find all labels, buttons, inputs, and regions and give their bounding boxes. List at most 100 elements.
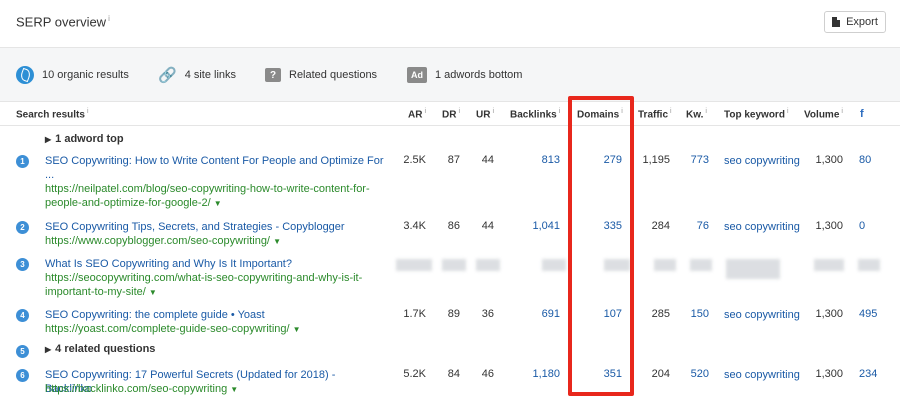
kw-value[interactable]: 520 [684,368,709,380]
column-dr[interactable]: DR i [442,108,460,120]
column-top-keyword[interactable]: Top keyword i [724,108,789,120]
backlinks-value[interactable]: 691 [520,308,560,320]
table-header: Search results i AR i DR i UR i Backlinks i D… [0,102,900,126]
rank-badge: 2 [16,221,29,234]
page-header: SERP overview i Export [0,0,900,48]
backlinks-value[interactable]: 813 [520,154,560,166]
organic-results-summary: 10 organic results [16,66,129,84]
dropdown-caret-icon[interactable]: ▼ [293,325,301,334]
traffic-value: 284 [651,220,670,232]
ar-value: 3.4K [403,220,426,232]
column-ur[interactable]: UR i [476,108,494,120]
domains-column-highlight [568,96,634,396]
page-title: SERP overview i [16,14,110,30]
triangle-right-icon: ▶ [45,135,52,144]
domains-value[interactable]: 279 [584,154,622,166]
result-url-link[interactable]: https://yoast.com/complete-guide-seo-cop… [45,322,385,337]
blurred-dr-value [442,259,466,271]
blurred-domains-value [604,259,630,271]
kw-value[interactable]: 773 [684,154,709,166]
ar-value: 5.2K [403,368,426,380]
column-kw[interactable]: Kw. i [686,108,707,120]
traffic-value: 1,195 [642,154,670,166]
organic-results-label: 10 organic results [42,69,129,81]
facebook-shares-value[interactable]: 495 [859,308,877,320]
rank-badge: 3 [16,258,29,271]
dr-value: 84 [447,368,460,380]
facebook-shares-value[interactable]: 80 [859,154,871,166]
blurred-volume-value [814,259,844,271]
result-url-link[interactable]: https://backlinko.com/seo-copywriting ▼ [45,382,385,397]
triangle-right-icon: ▶ [45,345,52,354]
facebook-shares-value[interactable]: 234 [859,368,877,380]
blurred-ar-value [396,259,432,271]
result-title-link[interactable]: What Is SEO Copywriting and Why Is It Im… [45,257,385,271]
dropdown-caret-icon[interactable]: ▼ [214,199,222,208]
dropdown-caret-icon[interactable]: ▼ [230,385,238,394]
result-url-link[interactable]: https://neilpatel.com/blog/seo-copywriti… [45,182,385,211]
export-label: Export [846,16,878,28]
rank-badge: 1 [16,155,29,168]
blurred-ur-value [476,259,500,271]
info-icon[interactable]: i [108,14,110,23]
result-url-link[interactable]: https://www.copyblogger.com/seo-copywrit… [45,234,385,249]
kw-value[interactable]: 76 [684,220,709,232]
export-button[interactable]: Export [824,11,886,33]
kw-value[interactable]: 150 [684,308,709,320]
traffic-value: 285 [651,308,670,320]
dropdown-caret-icon[interactable]: ▼ [273,237,281,246]
blurred-kw-value [690,259,712,271]
link-icon: 🔗 [158,67,177,84]
top-keyword-link[interactable]: seo copywriting [724,308,804,322]
adwords-summary: Ad 1 adwords bottom [407,66,522,84]
ar-value: 2.5K [403,154,426,166]
result-url-link[interactable]: https://seocopywriting.com/what-is-seo-c… [45,271,385,300]
dropdown-caret-icon[interactable]: ▼ [149,288,157,297]
volume-value: 1,300 [815,308,843,320]
blurred-top-keyword [726,259,780,279]
question-icon: ? [265,68,281,82]
related-questions-summary: ? Related questions [265,66,377,84]
adwords-label: 1 adwords bottom [435,69,523,81]
blurred-traffic-value [654,259,676,271]
domains-value[interactable]: 107 [584,308,622,320]
volume-value: 1,300 [815,154,843,166]
column-domains[interactable]: Domains i [577,108,623,120]
domains-value[interactable]: 351 [584,368,622,380]
top-keyword-link[interactable]: seo copywriting [724,220,804,234]
column-backlinks[interactable]: Backlinks i [510,108,560,120]
volume-value: 1,300 [815,220,843,232]
facebook-icon[interactable]: f [860,108,864,120]
column-traffic[interactable]: Traffic i [638,108,672,120]
top-keyword-link[interactable]: seo copywriting [724,368,804,382]
column-search-results[interactable]: Search results i [16,108,89,120]
ad-icon: Ad [407,67,427,83]
site-links-label: 4 site links [184,69,237,81]
column-volume[interactable]: Volume i [804,108,843,120]
document-icon [832,17,841,27]
ur-value: 46 [481,368,494,380]
leaf-icon [16,66,34,84]
volume-value: 1,300 [815,368,843,380]
result-title-link[interactable]: SEO Copywriting Tips, Secrets, and Strat… [45,220,385,234]
dr-value: 87 [447,154,460,166]
top-keyword-link[interactable]: seo copywriting [724,154,804,168]
related-questions-expander[interactable]: ▶ 4 related questions [45,343,155,355]
traffic-value: 204 [651,368,670,380]
ur-value: 36 [481,308,494,320]
adword-top-expander[interactable]: ▶ 1 adword top [45,133,124,145]
site-links-summary: 🔗 4 site links [158,66,236,84]
dr-value: 89 [447,308,460,320]
rank-badge: 6 [16,369,29,382]
result-title-link[interactable]: SEO Copywriting: How to Write Content Fo… [45,154,385,182]
backlinks-value[interactable]: 1,041 [520,220,560,232]
column-ar[interactable]: AR i [408,108,426,120]
serp-summary-bar: 10 organic results 🔗 4 site links ? Rela… [0,48,900,102]
facebook-shares-value[interactable]: 0 [859,220,865,232]
domains-value[interactable]: 335 [584,220,622,232]
rank-badge: 4 [16,309,29,322]
result-title-link[interactable]: SEO Copywriting: the complete guide • Yo… [45,308,385,322]
dr-value: 86 [447,220,460,232]
ar-value: 1.7K [403,308,426,320]
backlinks-value[interactable]: 1,180 [520,368,560,380]
